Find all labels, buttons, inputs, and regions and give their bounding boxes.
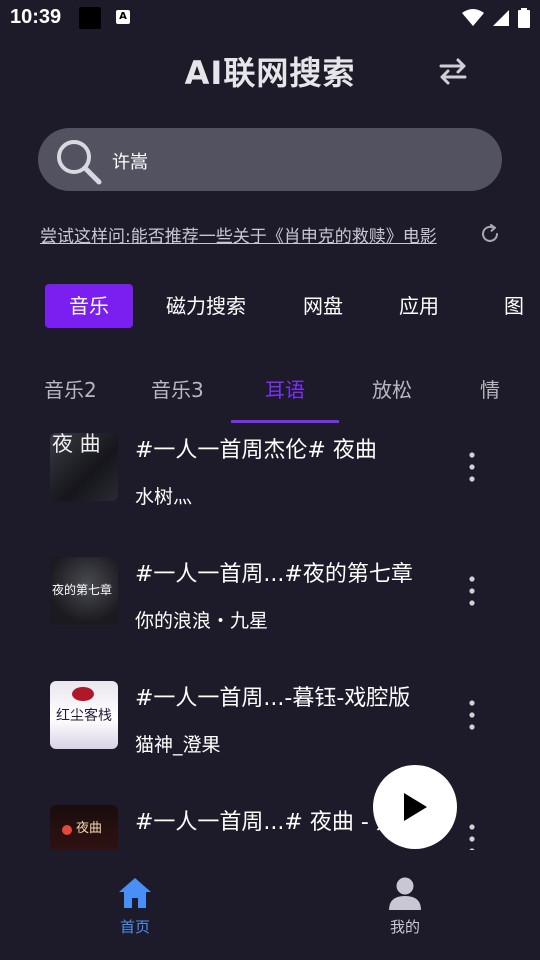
swap-button[interactable] [436, 54, 470, 88]
status-bar: 10:39 A [0, 0, 540, 36]
user-icon [389, 877, 421, 910]
signal-icon [493, 10, 509, 26]
list-item[interactable]: 红尘客栈 #一人一首周...-暮钰-戏腔版 猫神_澄果 [0, 672, 540, 792]
cover-text: 红尘客栈 [56, 708, 112, 724]
song-cover: 夜曲 [50, 805, 118, 850]
list-item[interactable]: 夜曲 #一人一首周...# 夜曲 - 人 [0, 796, 540, 850]
more-options-icon[interactable] [462, 574, 482, 608]
swap-arrows-icon [439, 58, 467, 85]
nav-profile-label: 我的 [389, 918, 420, 936]
play-icon [404, 793, 427, 821]
song-cover: 夜 曲 [50, 433, 118, 501]
song-artist: 猫神_澄果 [135, 734, 221, 756]
status-time: 10:39 [10, 6, 62, 28]
song-title: #一人一首周...-暮钰-戏腔版 [135, 686, 411, 711]
more-options-icon[interactable] [462, 822, 482, 850]
song-cover: 夜的第七章 [50, 557, 118, 625]
tab-apps[interactable]: 应用 [384, 284, 454, 328]
subtab-music2[interactable]: 音乐2 [44, 374, 97, 403]
subtab-music3[interactable]: 音乐3 [151, 374, 204, 403]
bottom-nav: 首页 我的 [0, 850, 540, 960]
more-options-icon[interactable] [462, 698, 482, 732]
cover-text: 夜曲 [76, 821, 103, 836]
tab-cloud-drive[interactable]: 网盘 [288, 284, 358, 328]
song-artist: 水树灬 [135, 486, 193, 508]
list-item[interactable]: 夜 曲 #一人一首周杰伦# 夜曲 水树灬 [0, 424, 540, 544]
nav-home[interactable]: 首页 [85, 876, 185, 937]
subtab-relax[interactable]: 放松 [372, 374, 412, 403]
more-options-icon[interactable] [462, 450, 482, 484]
a-badge-icon: A [116, 10, 130, 24]
category-tabs: 音乐 磁力搜索 网盘 应用 图 [0, 282, 540, 330]
tab-images[interactable]: 图 [494, 284, 534, 328]
song-title: #一人一首周...#夜的第七章 [135, 562, 413, 587]
active-tab-indicator [231, 420, 339, 423]
tab-magnet-search[interactable]: 磁力搜索 [156, 284, 256, 328]
status-icons [462, 6, 530, 30]
subtab-whisper[interactable]: 耳语 [265, 374, 305, 403]
song-title: #一人一首周杰伦# 夜曲 [135, 438, 377, 463]
song-artist: 你的浪浪・九星 [135, 610, 269, 632]
song-list: 夜 曲 #一人一首周杰伦# 夜曲 水树灬 夜的第七章 #一人一首周...#夜的第… [0, 424, 540, 850]
home-icon [119, 878, 151, 908]
sub-tabs: 音乐2 音乐3 耳语 放松 情 [0, 362, 540, 424]
subtab-emotion[interactable]: 情 [480, 374, 500, 403]
suggestion-link[interactable]: 尝试这样问:能否推荐一些关于《肖申克的救赎》电影 [40, 222, 437, 247]
battery-icon [518, 8, 530, 28]
suggestion-text: 能否推荐一些关于《肖申克的救赎》电影 [130, 227, 437, 247]
song-cover: 红尘客栈 [50, 681, 118, 749]
search-icon [57, 140, 102, 185]
search-value[interactable]: 许嵩 [112, 148, 148, 174]
search-input[interactable]: 许嵩 [38, 128, 502, 191]
refresh-icon[interactable] [480, 224, 500, 244]
nav-home-label: 首页 [119, 918, 150, 936]
cover-text: 夜 曲 [52, 433, 101, 456]
list-item[interactable]: 夜的第七章 #一人一首周...#夜的第七章 你的浪浪・九星 [0, 548, 540, 668]
notification-icon [79, 7, 101, 29]
play-button[interactable] [373, 765, 457, 849]
song-title: #一人一首周...# 夜曲 - 人 [135, 810, 398, 835]
tab-music[interactable]: 音乐 [45, 284, 133, 328]
app-screen: 10:39 A AI联网搜索 许嵩 尝试这样问:能否推荐一些关于《肖申克的救赎》… [0, 0, 540, 960]
suggestion-prefix: 尝试这样问: [40, 227, 131, 247]
cover-art [72, 687, 94, 701]
nav-profile[interactable]: 我的 [355, 876, 455, 937]
cover-art [62, 825, 72, 835]
wifi-icon [462, 9, 484, 26]
cover-text: 夜的第七章 [52, 583, 113, 597]
